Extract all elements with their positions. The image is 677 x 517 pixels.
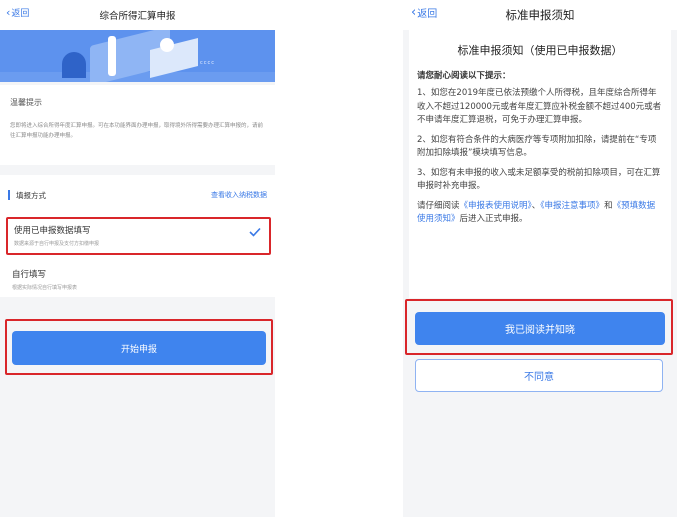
- fill-method-card: 填报方式 查看收入纳税数据 使用已申报数据填写 数据来源于自行申报及支付方扣缴申…: [0, 175, 275, 297]
- notice-item-2: 2、如您有符合条件的大病医疗等专项附加扣除，请提前在“专项附加扣除填报”模块填写…: [417, 134, 657, 159]
- start-declare-button[interactable]: 开始申报: [12, 331, 266, 365]
- notice-title: 标准申报须知（使用已申报数据）: [457, 44, 623, 57]
- left-screen: ‹ 返回 综合所得汇算申报 cccc 温馨提示 您即将进入综合所得年度汇算申报。…: [0, 0, 275, 517]
- right-screen: ‹ 返回 标准申报须知 标准申报须知（使用已申报数据） 请您耐心阅读以下提示： …: [403, 0, 677, 517]
- disagree-button[interactable]: 不同意: [415, 359, 663, 392]
- banner-decor-text: cccc: [200, 60, 215, 66]
- tip-title: 温馨提示: [10, 98, 42, 107]
- chevron-left-icon: ‹: [411, 5, 417, 20]
- tip-body: 您即将进入综合所得年度汇算申报。可在本功能界面办理申报，取得境外所得需要办理汇算…: [10, 123, 264, 139]
- view-income-data-link[interactable]: 查看收入纳税数据: [211, 190, 267, 200]
- notice-read-links: 请仔细阅读《申报表使用说明》、《申报注意事项》和《预填数据使用须知》后进入正式申…: [417, 200, 663, 227]
- page-title: 标准申报须知: [505, 8, 575, 22]
- declaration-notes-link[interactable]: 《申报注意事项》: [540, 201, 604, 211]
- coin-icon: [160, 38, 174, 52]
- person-icon: [108, 36, 116, 76]
- notice-item-3: 3、如您有未申报的收入或未足额享受的税前扣除项目，可在汇算申报时补充申报。: [417, 167, 661, 192]
- back-button[interactable]: ‹ 返回: [6, 6, 29, 19]
- back-label: 返回: [11, 9, 30, 19]
- left-navbar: ‹ 返回 综合所得汇算申报: [0, 0, 275, 30]
- back-button[interactable]: ‹ 返回: [411, 5, 437, 20]
- fill-method-header: 填报方式 查看收入纳税数据: [0, 175, 275, 215]
- read-prefix: 请仔细阅读: [417, 200, 460, 211]
- tip-card: 温馨提示 您即将进入综合所得年度汇算申报。可在本功能界面办理申报，取得境外所得需…: [0, 85, 275, 165]
- page-title: 综合所得汇算申报: [99, 11, 176, 22]
- form-instructions-link[interactable]: 《申报表使用说明》: [460, 201, 532, 211]
- start-button-highlight: 开始申报: [5, 319, 273, 375]
- banner-illustration: cccc: [0, 30, 275, 82]
- checkmark-icon: [249, 227, 261, 237]
- back-label: 返回: [417, 9, 438, 20]
- agree-button-highlight: 我已阅读并知晓: [405, 299, 673, 355]
- option-title: 自行填写: [12, 270, 47, 280]
- option-subtitle: 根据实际情况自行填写申报表: [12, 285, 78, 291]
- option-self-fill[interactable]: 自行填写 根据实际情况自行填写申报表: [6, 263, 271, 293]
- plant-icon: [62, 52, 86, 78]
- read-suffix: 后进入正式申报。: [459, 214, 528, 224]
- and-text: 和: [604, 200, 613, 211]
- agree-button[interactable]: 我已阅读并知晓: [415, 312, 665, 345]
- option-title: 使用已申报数据填写: [14, 226, 91, 236]
- option-use-declared-data[interactable]: 使用已申报数据填写 数据来源于自行申报及支付方扣缴申报: [6, 217, 271, 255]
- fill-method-label: 填报方式: [16, 190, 46, 200]
- notice-item-1: 1、如您在2019年度已依法预缴个人所得税，且年度综合所得年收入不超过12000…: [417, 88, 662, 125]
- option-subtitle: 数据来源于自行申报及支付方扣缴申报: [14, 241, 100, 247]
- section-marker: [8, 190, 10, 200]
- right-navbar: ‹ 返回 标准申报须知: [403, 0, 677, 30]
- notice-card: 标准申报须知（使用已申报数据） 请您耐心阅读以下提示： 1、如您在2019年度已…: [409, 30, 671, 298]
- notice-hint: 请您耐心阅读以下提示：: [417, 71, 511, 81]
- chevron-left-icon: ‹: [6, 6, 11, 19]
